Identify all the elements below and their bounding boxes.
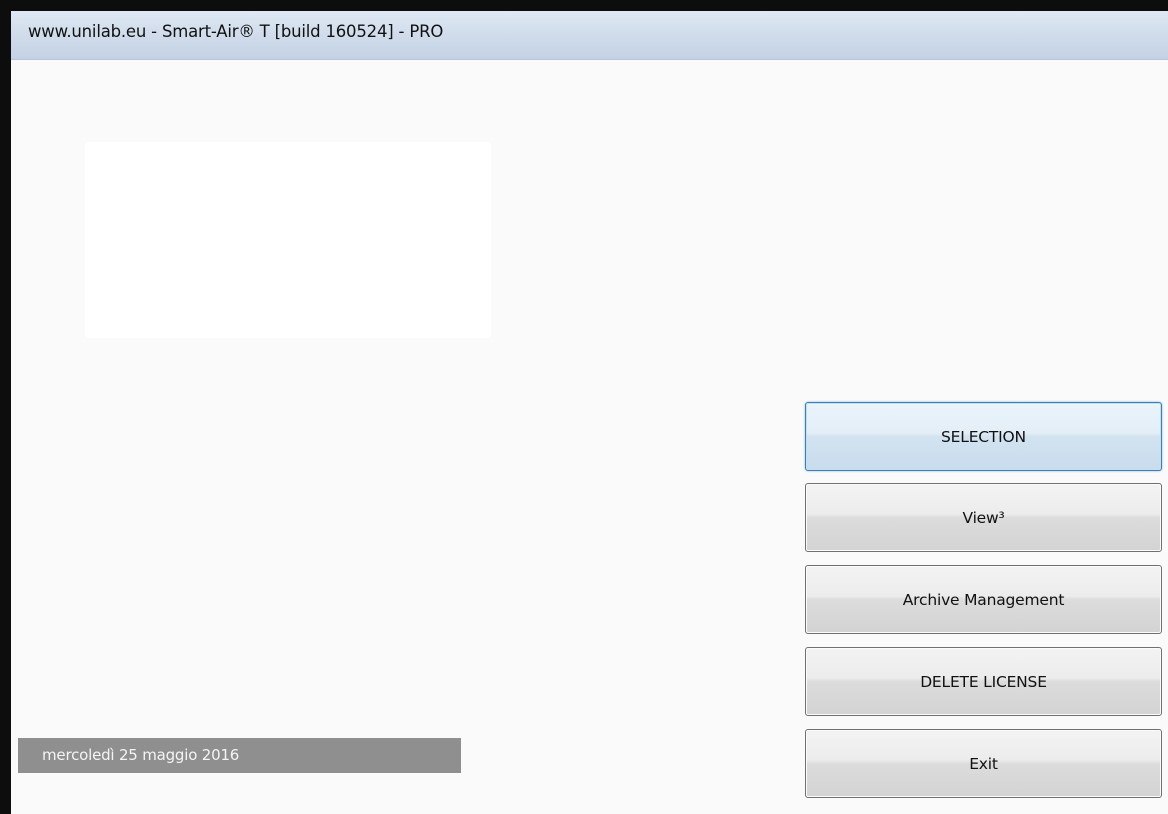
app-window: www.unilab.eu - Smart-Air® T [build 1605… [11, 11, 1168, 814]
date-status-bar: mercoledì 25 maggio 2016 [18, 738, 461, 773]
logo-placeholder [85, 142, 491, 338]
selection-button-label: SELECTION [941, 427, 1026, 446]
window-title: www.unilab.eu - Smart-Air® T [build 1605… [28, 22, 444, 41]
view3-button[interactable]: View³ [805, 483, 1162, 552]
title-bar[interactable]: www.unilab.eu - Smart-Air® T [build 1605… [11, 11, 1168, 60]
exit-button[interactable]: Exit [805, 729, 1162, 798]
delete-license-button[interactable]: DELETE LICENSE [805, 647, 1162, 716]
current-date: mercoledì 25 maggio 2016 [42, 746, 240, 764]
archive-management-button-label: Archive Management [902, 590, 1065, 609]
main-panel: SELECTION View³ Archive Management DELET… [11, 61, 1168, 814]
archive-management-button[interactable]: Archive Management [805, 565, 1162, 634]
exit-button-label: Exit [969, 754, 998, 773]
view3-button-label: View³ [962, 508, 1005, 527]
delete-license-button-label: DELETE LICENSE [920, 672, 1047, 691]
selection-button[interactable]: SELECTION [805, 402, 1162, 471]
